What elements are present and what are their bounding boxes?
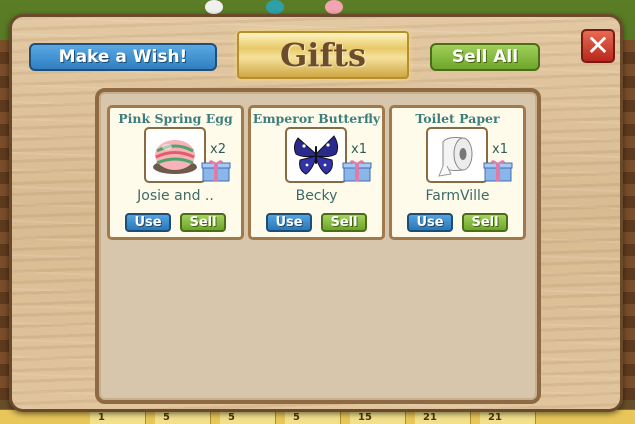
gift-card-emperor-butterfly: Emperor Butterfly x1 Becky Use Sell bbox=[248, 105, 385, 240]
toolbar-tile[interactable]: 5 bbox=[285, 411, 341, 424]
gift-image-frame bbox=[426, 127, 488, 183]
title-plaque: Gifts bbox=[237, 31, 409, 79]
pig-icon bbox=[325, 0, 343, 14]
gift-name: Emperor Butterfly bbox=[252, 111, 381, 126]
gift-sender: Josie and .. bbox=[137, 188, 214, 204]
gift-quantity: x1 bbox=[351, 142, 367, 157]
gift-image-frame bbox=[285, 127, 347, 183]
close-icon: ✕ bbox=[586, 29, 610, 62]
toolbar-tile[interactable]: 15 bbox=[350, 411, 406, 424]
sell-button[interactable]: Sell bbox=[180, 213, 226, 232]
gift-name: Pink Spring Egg bbox=[118, 111, 233, 126]
gift-box-icon bbox=[483, 160, 513, 182]
gift-sender: Becky bbox=[295, 188, 338, 204]
make-a-wish-button[interactable]: Make a Wish! bbox=[29, 43, 217, 71]
gift-box-icon bbox=[342, 160, 372, 182]
gift-card-toilet-paper: Toilet Paper x1 FarmVille Use Sell bbox=[389, 105, 526, 240]
egg-icon bbox=[153, 140, 197, 174]
use-button[interactable]: Use bbox=[407, 213, 453, 232]
toolbar-tile[interactable]: 21 bbox=[480, 411, 536, 424]
butterfly-icon bbox=[293, 135, 339, 175]
sell-button[interactable]: Sell bbox=[462, 213, 508, 232]
gift-grid: Pink Spring Egg x2 Josie and .. Use Sell… bbox=[95, 88, 541, 404]
toilet-paper-icon bbox=[438, 137, 473, 177]
gift-box-icon bbox=[201, 160, 231, 182]
gift-quantity: x1 bbox=[492, 142, 508, 157]
toolbar-tile[interactable]: 5 bbox=[220, 411, 276, 424]
gift-card-pink-spring-egg: Pink Spring Egg x2 Josie and .. Use Sell bbox=[107, 105, 244, 240]
toolbar-tile[interactable]: 1 bbox=[90, 411, 146, 424]
gift-name: Toilet Paper bbox=[415, 111, 500, 126]
use-button[interactable]: Use bbox=[125, 213, 171, 232]
dialog-title: Gifts bbox=[279, 36, 367, 74]
gift-sender: FarmVille bbox=[425, 188, 490, 204]
sell-button[interactable]: Sell bbox=[321, 213, 367, 232]
toolbar-tile[interactable]: 5 bbox=[155, 411, 211, 424]
sell-all-button[interactable]: Sell All bbox=[430, 43, 540, 71]
soil-strip-right bbox=[621, 40, 635, 400]
rabbit-icon bbox=[205, 0, 223, 14]
close-button[interactable]: ✕ bbox=[581, 29, 615, 63]
gift-image-frame bbox=[144, 127, 206, 183]
gifts-dialog: Make a Wish! Gifts Sell All ✕ Pink Sprin… bbox=[9, 14, 623, 412]
use-button[interactable]: Use bbox=[266, 213, 312, 232]
gift-quantity: x2 bbox=[210, 142, 226, 157]
toolbar-tile[interactable]: 21 bbox=[415, 411, 471, 424]
bird-icon bbox=[266, 0, 284, 14]
